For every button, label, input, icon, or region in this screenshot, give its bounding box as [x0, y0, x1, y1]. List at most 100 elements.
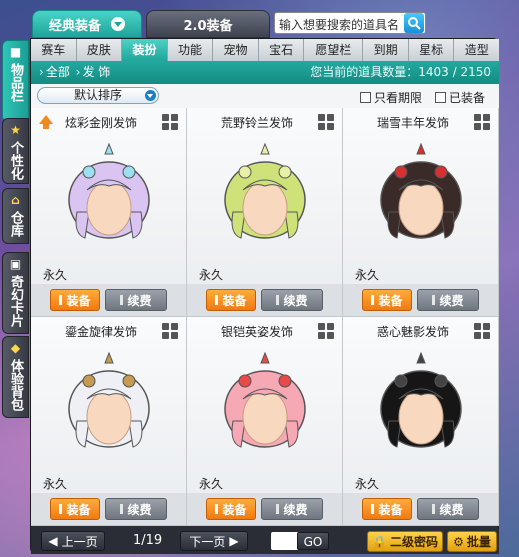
- equip-button[interactable]: 装备: [206, 498, 256, 520]
- grid-menu-icon[interactable]: [318, 114, 334, 130]
- item-card[interactable]: 惑心魅影发饰 永久 装备 续费: [343, 317, 499, 526]
- lock-icon: 🔒: [372, 534, 387, 549]
- tab-starred[interactable]: 星标: [409, 39, 455, 61]
- grid-menu-icon[interactable]: [474, 323, 490, 339]
- password-label: 二级密码: [389, 535, 438, 549]
- renew-button[interactable]: 续费: [261, 289, 323, 311]
- exclamation-icon: [371, 295, 375, 305]
- side-tab-label: 仓库: [8, 211, 23, 237]
- item-name: 银铠英姿发饰: [220, 325, 293, 339]
- renew-button[interactable]: 续费: [105, 289, 167, 311]
- side-tab-label: 个性化: [8, 141, 23, 180]
- bag-icon: ◆: [10, 341, 21, 355]
- item-actions: 装备 续费: [187, 493, 342, 525]
- grid-menu-icon[interactable]: [474, 114, 490, 130]
- grid-menu-icon[interactable]: [162, 323, 178, 339]
- item-card[interactable]: 瑞雪丰年发饰 永久 装备 续费: [343, 108, 499, 317]
- item-card[interactable]: 银铠英姿发饰 永久 装备 续费: [187, 317, 343, 526]
- item-card[interactable]: 炫彩金刚发饰 永久 装备 续费: [31, 108, 187, 317]
- exclamation-icon: [276, 504, 280, 514]
- expiring-only-checkbox[interactable]: 只看期限: [360, 89, 422, 106]
- item-duration: 永久: [199, 268, 224, 282]
- tab-classic-equipment[interactable]: 经典装备: [32, 10, 142, 38]
- tab-dressup[interactable]: 装扮: [122, 39, 168, 61]
- item-grid: 炫彩金刚发饰 永久 装备 续费 荒野铃兰发饰 永久 装备 续费 瑞雪丰年发饰 永久 装备 续费 鎏金旋律…: [31, 108, 499, 526]
- home-icon: ⌂: [11, 193, 20, 207]
- renew-button[interactable]: 续费: [261, 498, 323, 520]
- grid-menu-icon[interactable]: [162, 114, 178, 130]
- tab-skin[interactable]: 皮肤: [77, 39, 123, 61]
- chevron-down-icon[interactable]: [111, 17, 125, 31]
- grid-menu-icon[interactable]: [318, 323, 334, 339]
- sort-label: 默认排序: [73, 88, 122, 102]
- next-page-button[interactable]: 下一页 ▶: [180, 531, 248, 551]
- exclamation-icon: [59, 504, 63, 514]
- renew-button[interactable]: 续费: [417, 498, 479, 520]
- item-actions: 装备 续费: [31, 493, 186, 525]
- hair-item-icon: [224, 351, 306, 448]
- side-tab-label: 物品栏: [8, 63, 23, 102]
- renew-button[interactable]: 续费: [417, 289, 479, 311]
- sort-select[interactable]: 默认排序: [37, 87, 159, 104]
- side-tab-trial-bag[interactable]: ◆ 体验背包: [2, 336, 29, 418]
- equip-label: 装备: [222, 502, 247, 517]
- tab-expiring[interactable]: 到期: [363, 39, 409, 61]
- exclamation-icon: [432, 504, 436, 514]
- exclamation-icon: [371, 504, 375, 514]
- tab-classic-label: 经典装备: [48, 18, 101, 34]
- item-card[interactable]: 鎏金旋律发饰 永久 装备 续费: [31, 317, 187, 526]
- breadcrumb-hair[interactable]: 发 饰: [82, 65, 110, 79]
- gear-icon: ⚙: [453, 534, 464, 549]
- item-card[interactable]: 荒野铃兰发饰永久装备 续费: [187, 108, 343, 317]
- renew-label: 续费: [439, 502, 464, 517]
- equip-button[interactable]: 装备: [50, 498, 100, 520]
- tab-pet[interactable]: 宠物: [213, 39, 259, 61]
- renew-label: 续费: [127, 502, 152, 517]
- tab-function[interactable]: 功能: [168, 39, 214, 61]
- side-tab-label: 体验背包: [8, 359, 23, 411]
- exclamation-icon: [276, 295, 280, 305]
- prev-page-button[interactable]: ◀ 上一页: [41, 531, 105, 551]
- equip-button[interactable]: 装备: [362, 289, 412, 311]
- filter-bar: 默认排序 只看期限 已装备: [31, 84, 499, 108]
- star-icon: ★: [10, 123, 21, 137]
- search-button[interactable]: [404, 13, 424, 33]
- hair-item-icon: [380, 142, 462, 239]
- batch-button[interactable]: ⚙ 批量: [447, 531, 497, 552]
- checkbox-box[interactable]: [360, 92, 371, 103]
- renew-button[interactable]: 续费: [105, 498, 167, 520]
- tab-v2-equipment[interactable]: 2.0装备: [146, 10, 270, 38]
- tab-gem[interactable]: 宝石: [259, 39, 305, 61]
- breadcrumb-all[interactable]: 全部: [46, 65, 70, 79]
- category-tabs: 赛车 皮肤 装扮 功能 宠物 宝石 愿望栏 到期 星标 造型: [31, 39, 499, 61]
- equip-label: 装备: [222, 293, 247, 308]
- item-name: 鎏金旋律发饰: [64, 325, 137, 339]
- item-name: 荒野铃兰发饰: [220, 116, 293, 130]
- hair-item-icon: [224, 142, 306, 239]
- go-button[interactable]: GO: [297, 532, 329, 550]
- tab-wishlist[interactable]: 愿望栏: [304, 39, 364, 61]
- tab-style[interactable]: 造型: [454, 39, 499, 61]
- search-icon: [408, 17, 421, 30]
- equip-button[interactable]: 装备: [206, 289, 256, 311]
- item-count: 您当前的道具数量：1403 / 2150: [310, 65, 491, 79]
- secondary-password-button[interactable]: 🔒 二级密码: [367, 531, 443, 552]
- tab-racing[interactable]: 赛车: [31, 39, 77, 61]
- box-icon: ■: [9, 45, 22, 59]
- item-name: 炫彩金刚发饰: [64, 116, 137, 130]
- side-tab-cards[interactable]: ▣ 奇幻卡片: [2, 252, 29, 334]
- breadcrumb: › 全部 › 发 饰 您当前的道具数量：1403 / 2150: [31, 61, 499, 84]
- item-actions: 装备 续费: [343, 493, 498, 525]
- checkbox-box[interactable]: [435, 92, 446, 103]
- side-tab-warehouse[interactable]: ⌂ 仓库: [2, 188, 29, 244]
- pager-bar: ◀ 上一页 1/19 下一页 ▶ GO 🔒 二级密码 ⚙ 批量: [31, 528, 499, 554]
- equip-button[interactable]: 装备: [50, 289, 100, 311]
- equipped-checkbox[interactable]: 已装备: [435, 89, 485, 106]
- chevron-right-icon: ▶: [229, 534, 239, 548]
- search-placeholder: 输入想要搜索的道具名: [279, 18, 400, 32]
- side-tab-personalize[interactable]: ★ 个性化: [2, 118, 29, 184]
- renew-label: 续费: [283, 293, 308, 308]
- side-tab-inventory[interactable]: ■ 物品栏: [2, 40, 29, 122]
- equip-button[interactable]: 装备: [362, 498, 412, 520]
- item-name: 瑞雪丰年发饰: [376, 116, 449, 130]
